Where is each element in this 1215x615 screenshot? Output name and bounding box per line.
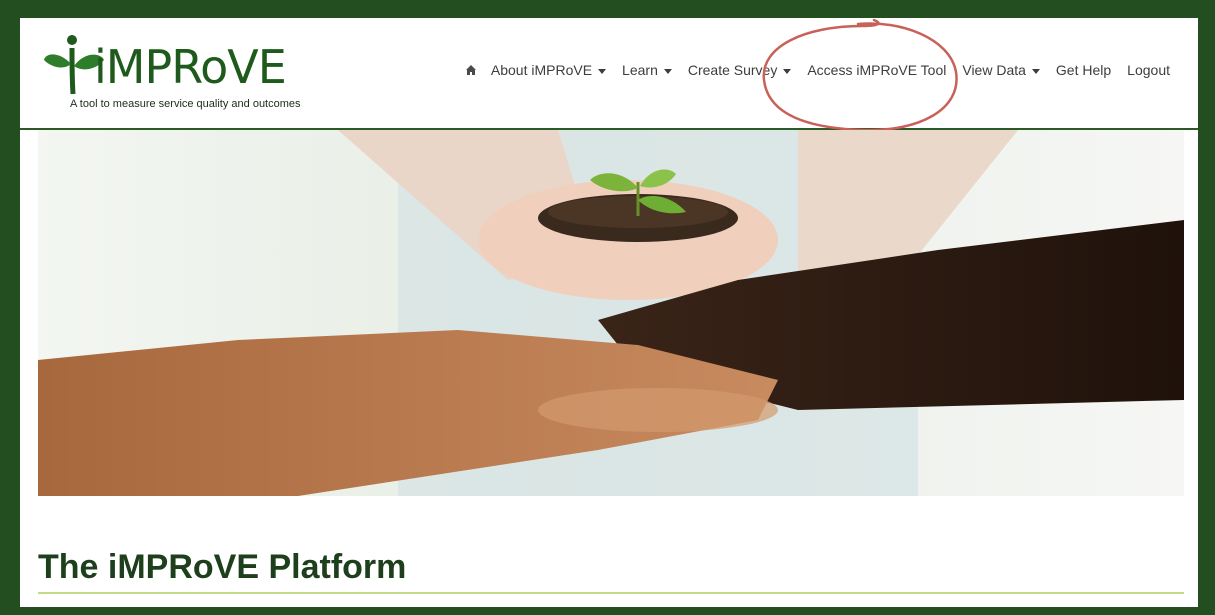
nav-about-label: About iMPRoVE xyxy=(490,62,593,78)
chevron-down-icon xyxy=(598,68,607,74)
nav-about[interactable]: About iMPRoVE xyxy=(483,62,614,78)
nav-logout[interactable]: Logout xyxy=(1119,62,1178,78)
logo-wordmark: iMPRoVE xyxy=(94,40,287,94)
nav-get-help[interactable]: Get Help xyxy=(1048,62,1119,78)
page-title: The iMPRoVE Platform xyxy=(38,548,407,586)
nav-access-tool-label: Access iMPRoVE Tool xyxy=(807,62,947,78)
home-icon[interactable] xyxy=(457,64,483,76)
nav-create-survey-label: Create Survey xyxy=(687,62,778,78)
nav-logout-label: Logout xyxy=(1127,62,1170,78)
main-nav: About iMPRoVE Learn Create Survey Access… xyxy=(457,62,1178,78)
site-logo[interactable]: iMPRoVE A tool to measure service qualit… xyxy=(42,30,312,120)
chevron-down-icon xyxy=(1031,68,1040,74)
logo-tagline: A tool to measure service quality and ou… xyxy=(70,98,301,110)
nav-create-survey[interactable]: Create Survey xyxy=(680,62,799,78)
nav-get-help-label: Get Help xyxy=(1055,62,1112,78)
nav-learn-label: Learn xyxy=(622,62,658,78)
page-frame: iMPRoVE A tool to measure service qualit… xyxy=(20,18,1198,607)
hero-image xyxy=(38,130,1184,496)
hands-holding-seedling-photo xyxy=(38,130,1184,496)
site-header: iMPRoVE A tool to measure service qualit… xyxy=(20,18,1198,132)
nav-learn[interactable]: Learn xyxy=(614,62,680,78)
chevron-down-icon xyxy=(663,68,672,74)
nav-access-tool[interactable]: Access iMPRoVE Tool xyxy=(799,62,954,78)
nav-view-data[interactable]: View Data xyxy=(954,62,1048,78)
title-underline xyxy=(38,592,1184,594)
chevron-down-icon xyxy=(783,68,792,74)
nav-view-data-label: View Data xyxy=(962,62,1026,78)
